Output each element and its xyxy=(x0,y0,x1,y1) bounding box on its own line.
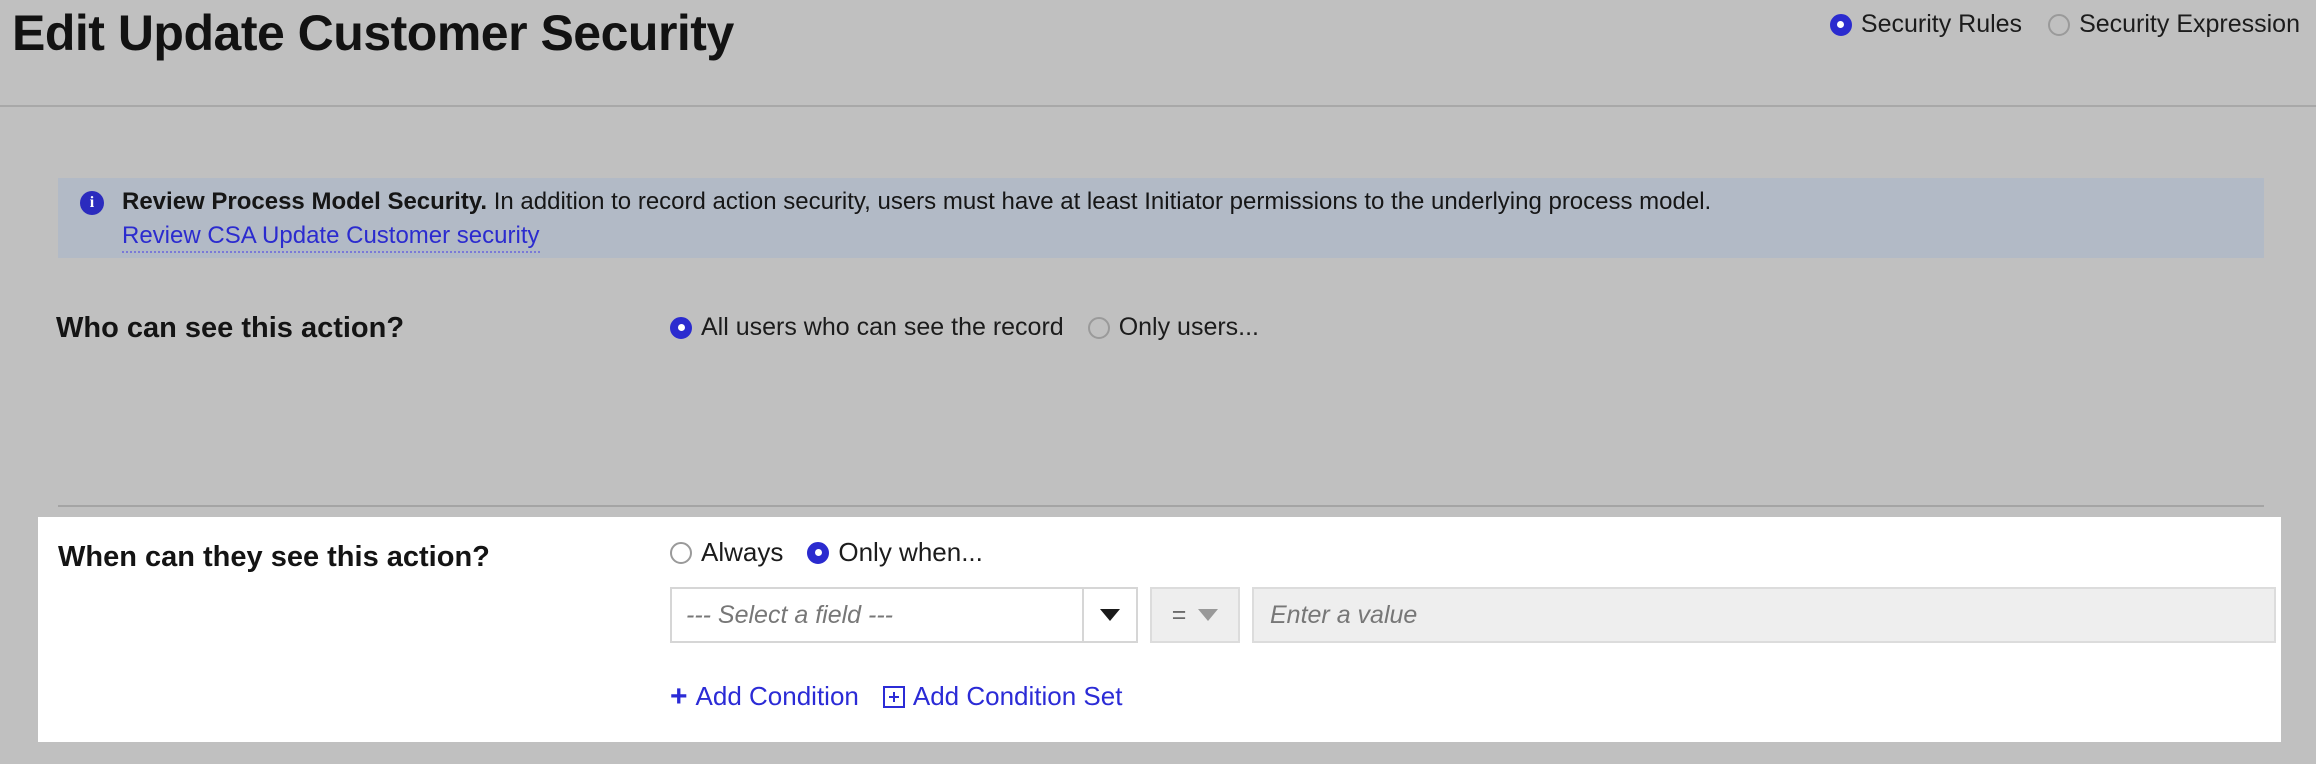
who-can-see-options: All users who can see the record Only us… xyxy=(670,313,1259,342)
when-can-see-panel: When can they see this action? Always On… xyxy=(38,517,2281,742)
process-model-security-banner: i Review Process Model Security. In addi… xyxy=(58,178,2264,258)
chevron-down-icon xyxy=(1100,609,1120,621)
section-divider xyxy=(58,505,2264,507)
add-condition-set-label: Add Condition Set xyxy=(912,681,1123,711)
operator-value: = xyxy=(1171,600,1187,629)
add-condition-label: Add Condition xyxy=(695,681,859,711)
condition-row: --- Select a field --- = Enter a value xyxy=(670,587,2276,643)
who-option-all-users[interactable]: All users who can see the record xyxy=(670,313,1064,342)
info-icon: i xyxy=(80,191,104,215)
security-mode-toggle: Security Rules Security Expression xyxy=(1829,10,2300,39)
when-option-only-when[interactable]: Only when... xyxy=(807,537,983,568)
when-option-label: Only when... xyxy=(838,537,983,567)
who-can-see-label: Who can see this action? xyxy=(56,312,405,344)
banner-headline: Review Process Model Security. xyxy=(122,188,488,215)
radio-security-expression[interactable] xyxy=(2048,13,2071,36)
condition-actions: + Add Condition Add Condition Set xyxy=(670,681,1122,712)
add-condition-set-button[interactable]: Add Condition Set xyxy=(882,681,1123,712)
value-input[interactable]: Enter a value xyxy=(1252,587,2276,643)
radio-always[interactable] xyxy=(670,541,692,564)
radio-only-when[interactable] xyxy=(807,541,830,564)
add-condition-button[interactable]: + Add Condition xyxy=(670,681,859,712)
banner-text: Review Process Model Security. In additi… xyxy=(122,188,1711,253)
who-option-label: Only users... xyxy=(1118,313,1260,341)
plus-icon: + xyxy=(670,679,688,713)
mode-option-label: Security Expression xyxy=(2079,10,2300,38)
page-title: Edit Update Customer Security xyxy=(12,5,734,61)
field-select-dropdown-button[interactable] xyxy=(1084,587,1138,643)
chevron-down-icon xyxy=(1198,609,1219,621)
radio-security-rules[interactable] xyxy=(1829,13,1852,36)
who-option-only-users[interactable]: Only users... xyxy=(1087,313,1260,342)
mode-option-label: Security Rules xyxy=(1860,10,2023,38)
mode-option-security-rules[interactable]: Security Rules xyxy=(1829,10,2023,39)
banner-body: In addition to record action security, u… xyxy=(493,188,1712,215)
who-option-label: All users who can see the record xyxy=(701,313,1064,341)
page-header: Edit Update Customer Security Security R… xyxy=(0,0,2316,107)
review-security-link[interactable]: Review CSA Update Customer security xyxy=(122,222,540,253)
when-option-label: Always xyxy=(701,537,784,567)
when-option-always[interactable]: Always xyxy=(670,537,783,568)
when-can-see-options: Always Only when... xyxy=(670,537,983,568)
boxed-plus-icon xyxy=(882,685,905,708)
operator-select[interactable]: = xyxy=(1150,587,1240,643)
field-select[interactable]: --- Select a field --- xyxy=(670,587,1084,643)
mode-option-security-expression[interactable]: Security Expression xyxy=(2048,10,2300,39)
radio-only-users[interactable] xyxy=(1087,316,1110,339)
who-can-see-section: Who can see this action? All users who c… xyxy=(0,312,2316,358)
radio-all-users[interactable] xyxy=(670,316,692,339)
when-can-see-label: When can they see this action? xyxy=(58,541,490,573)
